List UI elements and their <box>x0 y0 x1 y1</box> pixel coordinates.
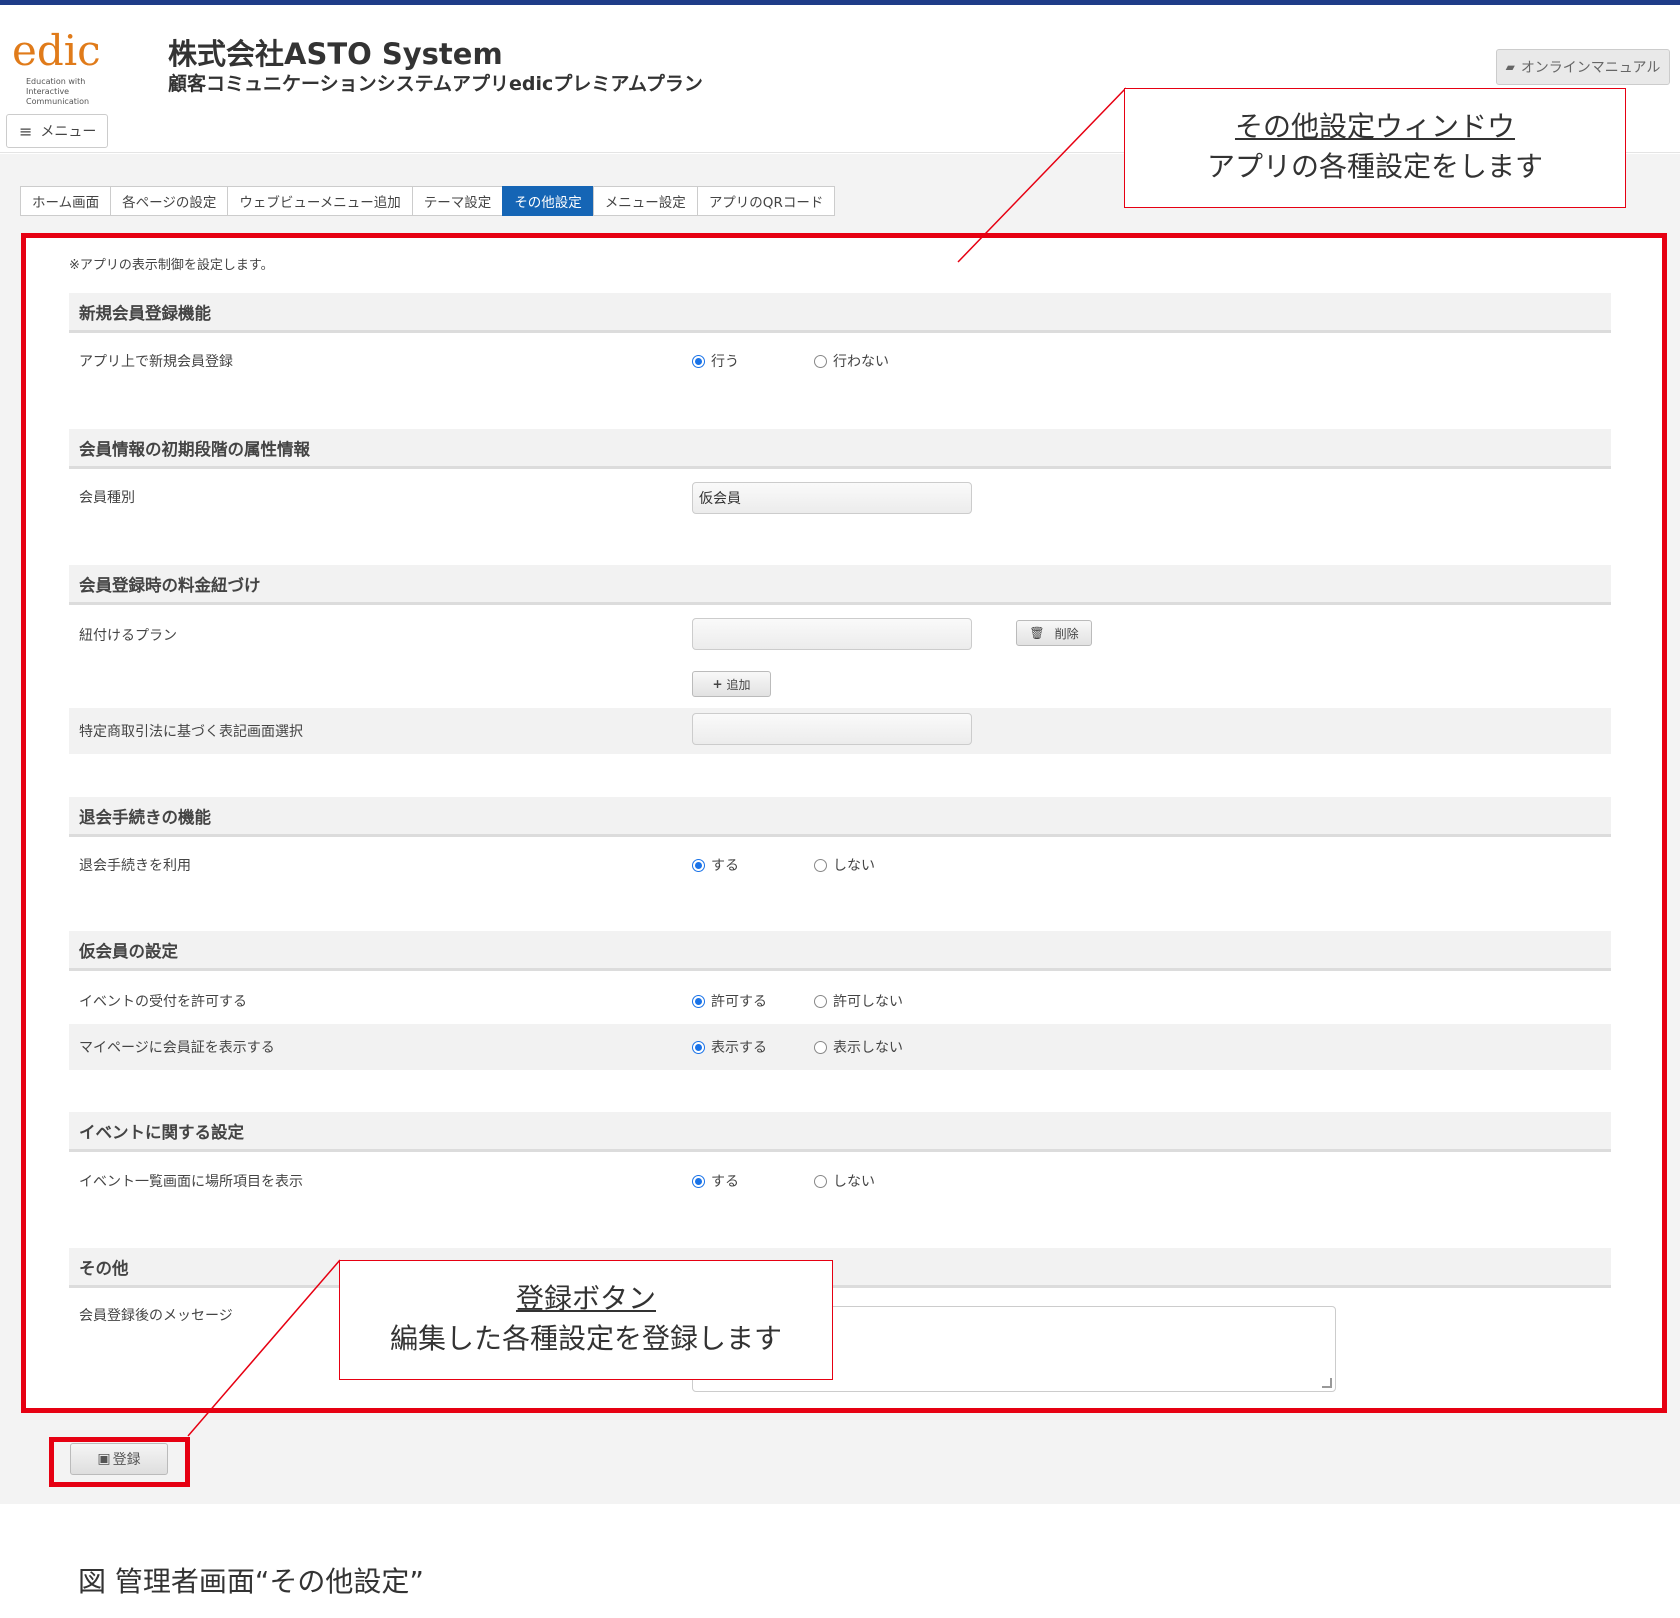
company-name: 株式会社ASTO System <box>168 37 503 71</box>
logo-subtitle: Education with Interactive Communication <box>26 77 101 107</box>
save-callout-title: 登録ボタン <box>515 1282 656 1315</box>
settings-window-highlight <box>21 233 1667 1413</box>
menu-button-label: メニュー <box>40 124 97 140</box>
settings-tabs: ホーム画面 各ページの設定 ウェブビューメニュー追加 テーマ設定 その他設定 メ… <box>20 186 836 216</box>
book-icon: ▰ <box>1505 60 1515 74</box>
window-callout-title: その他設定ウィンドウ <box>1234 110 1515 143</box>
window-callout-desc: アプリの各種設定をします <box>1206 150 1543 183</box>
figure-caption: 図 管理者画面“その他設定” <box>78 1565 424 1598</box>
save-callout: 登録ボタン 編集した各種設定を登録します <box>339 1260 833 1380</box>
hamburger-icon: ≡ <box>19 121 33 141</box>
tab-qr-code[interactable]: アプリのQRコード <box>696 186 836 216</box>
tab-other-settings[interactable]: その他設定 <box>502 186 593 216</box>
save-button-highlight <box>49 1437 190 1487</box>
tab-menu-settings[interactable]: メニュー設定 <box>592 186 697 216</box>
logo-text: edic <box>12 26 101 75</box>
logo-sub-line-3: Communication <box>26 97 90 106</box>
online-manual-label: オンラインマニュアル <box>1520 60 1661 76</box>
tab-theme[interactable]: テーマ設定 <box>411 186 503 216</box>
logo-sub-line-1: Education with <box>26 77 86 86</box>
window-callout: その他設定ウィンドウ アプリの各種設定をします <box>1124 88 1626 208</box>
tab-webview-menu[interactable]: ウェブビューメニュー追加 <box>227 186 412 216</box>
edic-logo: edic Education with Interactive Communic… <box>12 29 101 107</box>
logo-sub-line-2: Interactive <box>26 87 70 96</box>
menu-button[interactable]: ≡ メニュー <box>6 114 108 148</box>
tab-home[interactable]: ホーム画面 <box>20 186 111 216</box>
tab-page-settings[interactable]: 各ページの設定 <box>110 186 228 216</box>
product-name: 顧客コミュニケーションシステムアプリedicプレミアムプラン <box>168 73 703 95</box>
online-manual-button[interactable]: ▰ オンラインマニュアル <box>1496 49 1670 85</box>
save-callout-desc: 編集した各種設定を登録します <box>389 1322 782 1355</box>
